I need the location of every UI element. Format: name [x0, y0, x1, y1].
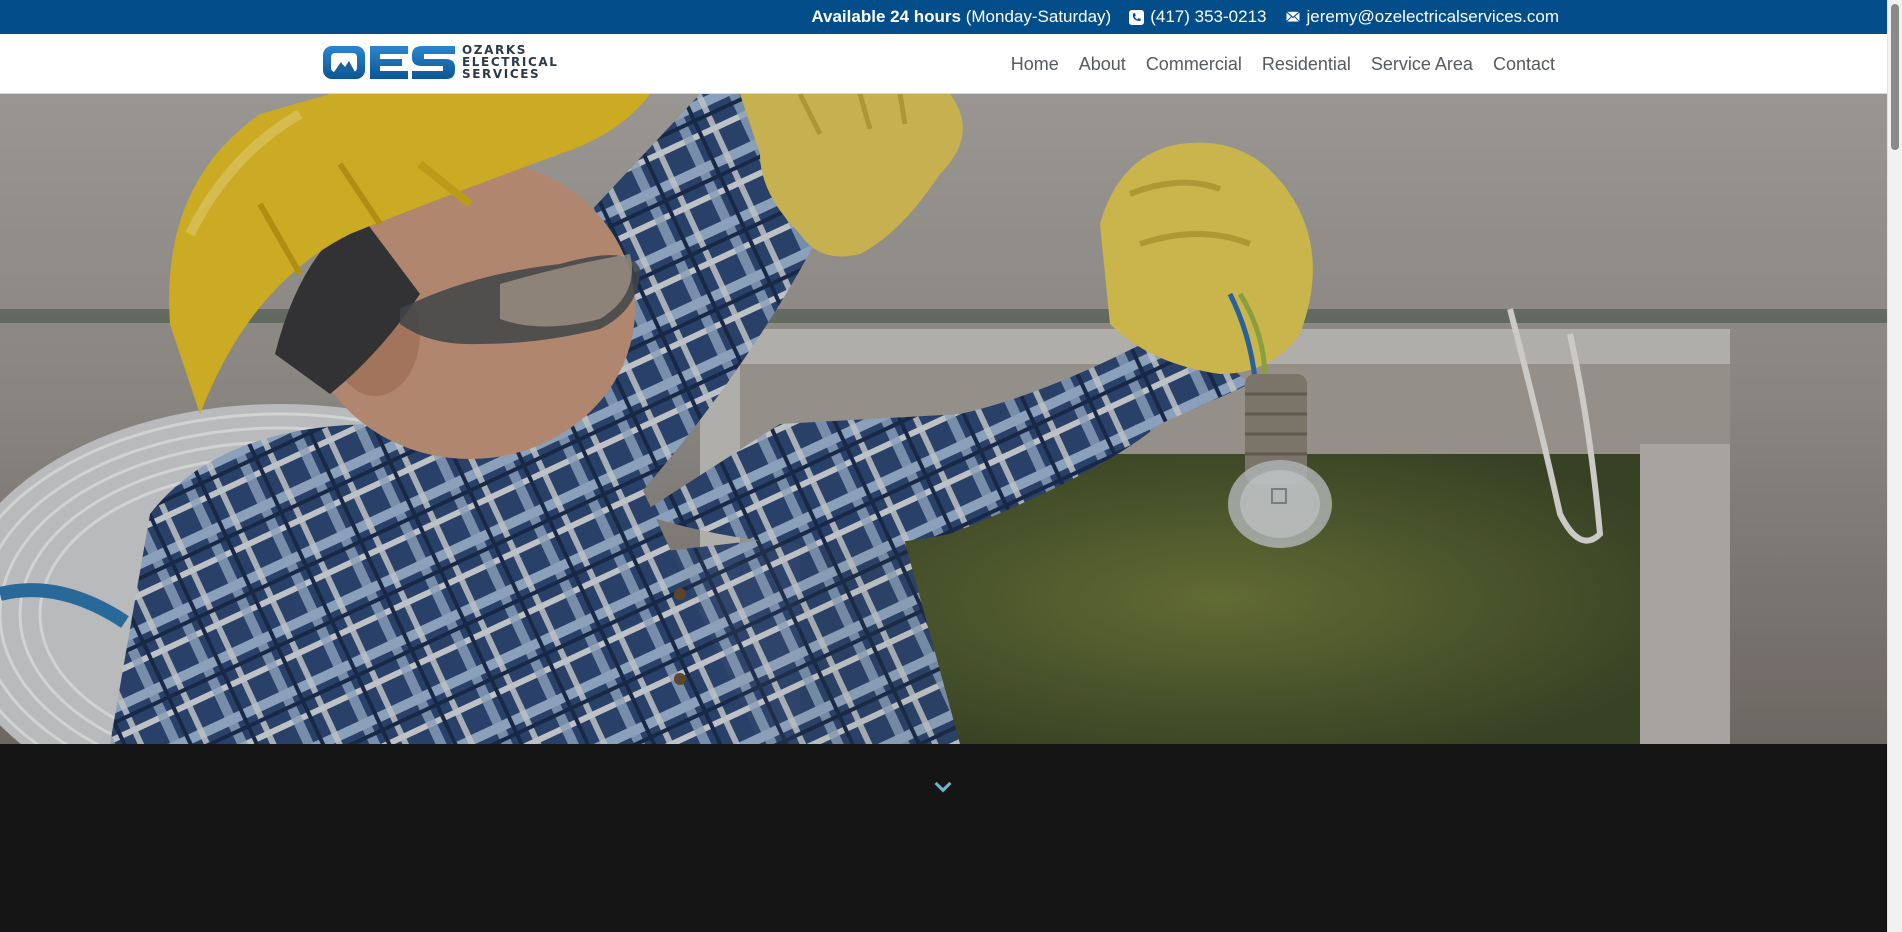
logo-line-3: SERVICES	[462, 67, 541, 81]
envelope-icon	[1285, 10, 1300, 22]
top-info-bar: Available 24 hours (Monday-Saturday) (41…	[0, 0, 1887, 34]
section-divider-arrow	[897, 744, 989, 788]
oes-logo-mark	[323, 46, 455, 79]
site-logo[interactable]: OZARKS ELECTRICAL SERVICES	[322, 43, 558, 81]
availability-bold: Available 24 hours	[811, 7, 961, 26]
nav-home[interactable]: Home	[1011, 54, 1059, 75]
availability-text: Available 24 hours (Monday-Saturday)	[811, 7, 1111, 27]
hero-overlay	[0, 94, 1887, 744]
nav-commercial[interactable]: Commercial	[1146, 54, 1242, 75]
phone-number: (417) 353-0213	[1150, 7, 1267, 26]
main-nav: Home About Commercial Residential Servic…	[1011, 34, 1555, 94]
nav-about[interactable]: About	[1079, 54, 1126, 75]
hero-image	[0, 94, 1887, 744]
logo-wordmark: OZARKS ELECTRICAL SERVICES	[462, 44, 558, 80]
availability-days: (Monday-Saturday)	[965, 7, 1112, 26]
scrollbar-thumb[interactable]	[1891, 4, 1899, 150]
nav-contact[interactable]: Contact	[1493, 54, 1555, 75]
nav-residential[interactable]: Residential	[1262, 54, 1351, 75]
email-address: jeremy@ozelectricalservices.com	[1306, 7, 1560, 26]
nav-service-area[interactable]: Service Area	[1371, 54, 1473, 75]
site-header: OZARKS ELECTRICAL SERVICES Home About Co…	[0, 34, 1887, 94]
page-scrollbar[interactable]	[1887, 0, 1902, 932]
phone-link[interactable]: (417) 353-0213	[1129, 7, 1267, 27]
email-link[interactable]: jeremy@ozelectricalservices.com	[1285, 7, 1560, 27]
phone-icon	[1129, 9, 1145, 25]
